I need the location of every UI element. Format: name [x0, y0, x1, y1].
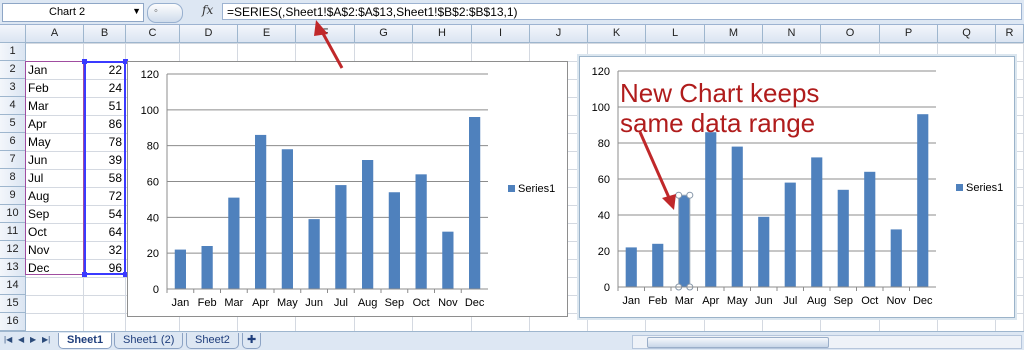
arrow-to-bar-head: [662, 194, 676, 210]
annotation-text: New Chart keeps same data range: [620, 78, 820, 138]
tab-sheet1-2[interactable]: Sheet1 (2): [114, 333, 184, 349]
arrow-to-bar: [638, 131, 672, 201]
arrow-to-formula-head: [314, 20, 328, 36]
scrollbar-thumb[interactable]: [647, 337, 829, 348]
horizontal-scrollbar[interactable]: [632, 335, 1022, 349]
prev-sheet-icon[interactable]: ◀: [18, 335, 24, 344]
sheet-tab-bar: |◀ ◀ ▶ ▶| Sheet1 Sheet1 (2) Sheet2 ✚: [0, 331, 1024, 350]
tab-sheet1[interactable]: Sheet1: [58, 333, 113, 349]
annotation-arrows: [314, 20, 676, 210]
insert-sheet-icon[interactable]: ✚: [242, 333, 262, 349]
first-sheet-icon[interactable]: |◀: [4, 335, 12, 344]
last-sheet-icon[interactable]: ▶|: [42, 335, 50, 344]
tab-sheet2[interactable]: Sheet2: [186, 333, 239, 349]
next-sheet-icon[interactable]: ▶: [30, 335, 36, 344]
